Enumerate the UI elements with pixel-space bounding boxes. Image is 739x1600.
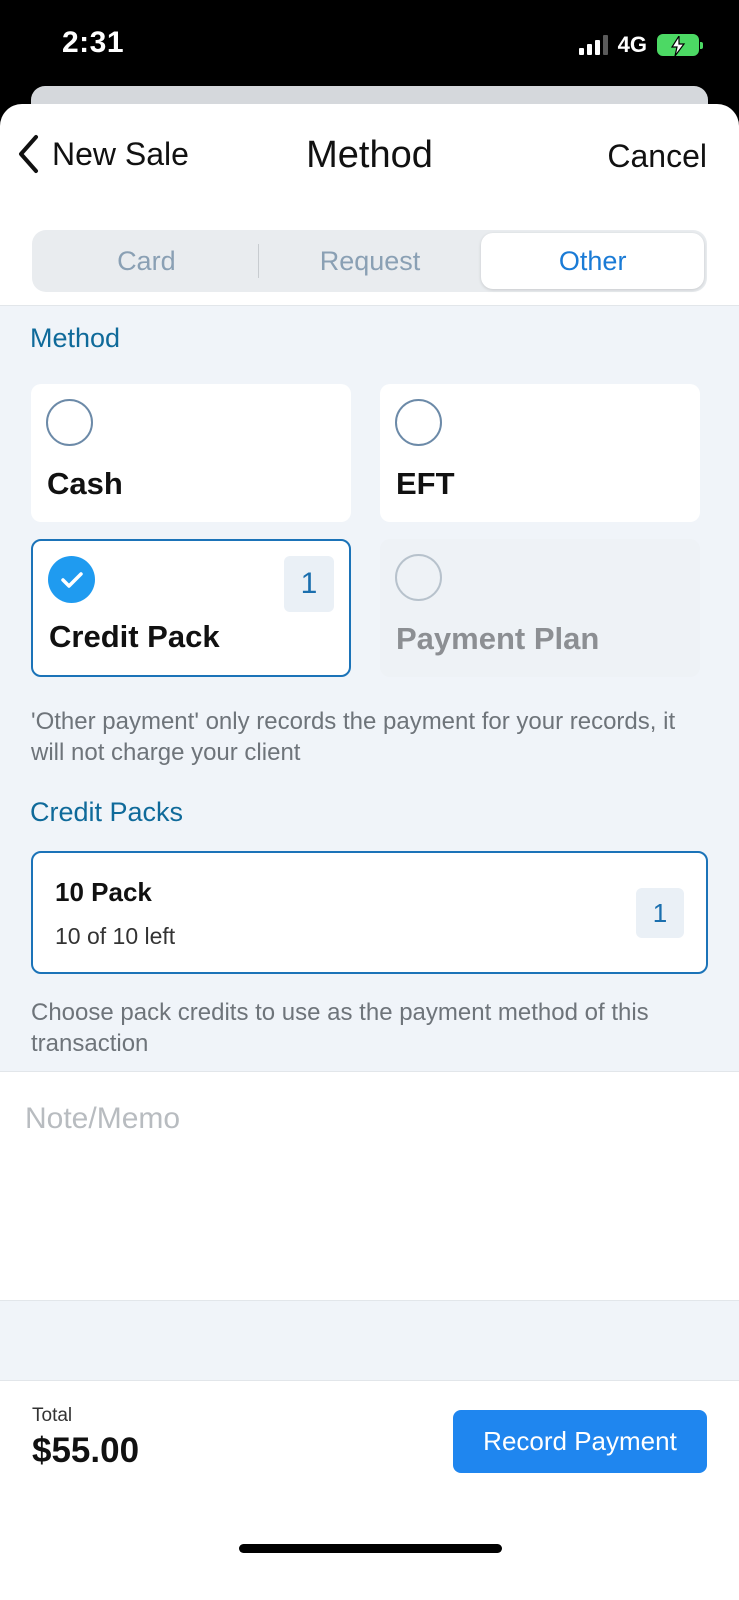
other-payment-help-text: 'Other payment' only records the payment… [31,708,676,766]
signal-icon [578,35,608,55]
tab-request[interactable]: Request [259,233,482,289]
method-option-payment-plan: Payment Plan [380,539,700,677]
radio-button[interactable] [46,399,93,446]
home-indicator [239,1544,502,1553]
checkmark-icon [60,571,83,588]
cancel-button[interactable]: Cancel [607,138,707,175]
tab-other[interactable]: Other [481,233,705,289]
method-option-label: Cash [47,466,123,501]
memo-area [0,1071,739,1301]
status-indicators: 4G [578,32,703,58]
credit-count-badge: 1 [284,556,334,612]
pack-remaining: 10 of 10 left [55,923,176,949]
status-bar: 2:31 4G [0,0,739,90]
status-time: 2:31 [62,26,125,59]
method-option-label: Payment Plan [396,621,600,656]
record-payment-button[interactable]: Record Payment [453,1410,707,1473]
section-spacer [0,1301,739,1381]
tab-card[interactable]: Card [35,233,258,289]
method-option-label: EFT [396,466,455,501]
battery-charging-icon [657,34,703,56]
credit-pack-help-text: Choose pack credits to use as the paymen… [31,999,649,1057]
total-amount: $55.00 [32,1431,140,1470]
pack-name: 10 Pack [55,877,152,907]
radio-checked-icon[interactable] [48,556,95,603]
method-section-label: Method [30,323,121,353]
pack-count-badge[interactable]: 1 [636,888,684,938]
credit-pack-item[interactable]: 10 Pack 10 of 10 left 1 [31,851,708,974]
note-memo-input[interactable] [25,1102,705,1136]
total-label: Total [32,1405,73,1426]
method-option-credit-pack[interactable]: 1 Credit Pack [31,539,351,677]
payment-footer: Total $55.00 Record Payment [0,1381,739,1600]
radio-button [395,554,442,601]
method-sheet: New Sale Method Cancel Card Request Othe… [0,104,739,1600]
radio-button[interactable] [395,399,442,446]
method-option-label: Credit Pack [49,619,220,654]
navigation-bar: New Sale Method Cancel [0,104,739,214]
network-type: 4G [617,32,647,57]
method-option-eft[interactable]: EFT [380,384,700,522]
payment-type-tabs: Card Request Other [32,230,707,292]
credit-packs-section-label: Credit Packs [30,797,184,827]
method-content: Method Cash EFT 1 Credit Pack Payment Pl… [0,305,739,1071]
method-option-cash[interactable]: Cash [31,384,351,522]
